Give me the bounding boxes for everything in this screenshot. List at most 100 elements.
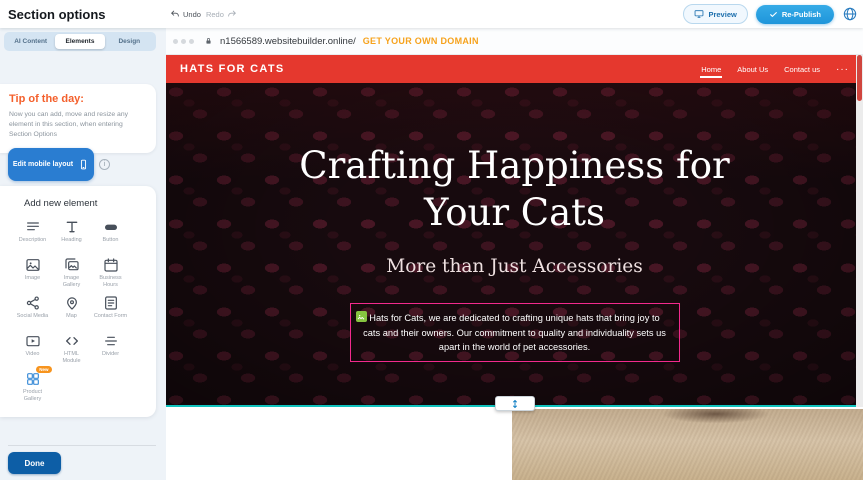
nav-home[interactable]: Home — [701, 65, 721, 74]
element-business-hours[interactable]: Business Hours — [91, 257, 130, 295]
preview-button[interactable]: Preview — [683, 4, 747, 24]
next-section-image — [512, 409, 863, 480]
window-dot — [181, 39, 186, 44]
tip-body: Now you can add, move and resize any ele… — [9, 110, 146, 141]
globe-icon — [842, 6, 858, 22]
hero-title-line2: Your Cats — [424, 191, 605, 234]
description-icon — [25, 219, 41, 235]
scrollbar-thumb[interactable] — [857, 55, 862, 101]
preview-canvas: n1566589.websitebuilder.online/ GET YOUR… — [166, 28, 863, 480]
map-icon — [64, 295, 80, 311]
republish-button[interactable]: Re-Publish — [756, 5, 834, 24]
tab-design[interactable]: Design — [105, 34, 154, 49]
topbar-actions: Preview Re-Publish — [683, 0, 858, 28]
element-grid: Description Heading Button Image Image G… — [13, 219, 156, 409]
browser-bar: n1566589.websitebuilder.online/ GET YOUR… — [166, 28, 863, 55]
element-button[interactable]: Button — [91, 219, 130, 257]
product-gallery-icon-wrap: New — [25, 371, 41, 387]
element-description[interactable]: Description — [13, 219, 52, 257]
element-label: Image Gallery — [55, 275, 89, 289]
history-controls: Undo Redo — [170, 0, 237, 28]
element-html-module[interactable]: HTML Module — [52, 333, 91, 371]
sidebar-tabs: AI Content Elements Design — [4, 32, 156, 51]
site-url: n1566589.websitebuilder.online/ — [220, 36, 356, 47]
check-icon — [769, 10, 778, 19]
tip-of-the-day-card: Tip of the day: Now you can add, move an… — [0, 84, 156, 153]
undo-icon — [170, 9, 180, 19]
lock-icon — [204, 36, 213, 46]
window-dot — [189, 39, 194, 44]
element-social-media[interactable]: Social Media — [13, 295, 52, 333]
image-icon — [25, 257, 41, 273]
element-label: Button — [103, 237, 119, 244]
info-button[interactable]: i — [99, 159, 110, 170]
resize-vertical-icon — [510, 399, 520, 409]
topbar: Section options Undo Redo Preview Re-Pub… — [0, 0, 863, 28]
section-resize-handle[interactable] — [495, 396, 535, 411]
element-label: Product Gallery — [16, 389, 50, 403]
tab-elements[interactable]: Elements — [55, 34, 104, 49]
hero-subtitle[interactable]: More than Just Accessories — [166, 256, 863, 277]
hero-title-line1: Crafting Happiness for — [299, 144, 729, 187]
element-label: Video — [26, 351, 40, 358]
element-label: Business Hours — [94, 275, 128, 289]
element-divider[interactable]: Divider — [91, 333, 130, 371]
page-title: Section options — [8, 7, 106, 22]
tab-ai-content[interactable]: AI Content — [6, 34, 55, 49]
republish-label: Re-Publish — [782, 10, 821, 19]
element-label: Divider — [102, 351, 119, 358]
hero-paragraph-selected[interactable]: Hats for Cats, we are dedicated to craft… — [350, 303, 680, 362]
element-label: Social Media — [17, 313, 49, 320]
site-nav: Home About Us Contact us ··· — [701, 64, 849, 75]
element-image-gallery[interactable]: Image Gallery — [52, 257, 91, 295]
nav-about-us[interactable]: About Us — [737, 65, 768, 74]
element-contact-form[interactable]: Contact Form — [91, 295, 130, 333]
done-button[interactable]: Done — [8, 452, 61, 474]
hero-content: Crafting Happiness for Your Cats More th… — [166, 83, 863, 362]
contact-form-icon — [103, 295, 119, 311]
window-dot — [173, 39, 178, 44]
image-placeholder-icon — [356, 311, 367, 322]
nav-more-button[interactable]: ··· — [836, 64, 849, 75]
redo-icon — [227, 9, 237, 19]
add-element-panel: Add new element Description Heading Butt… — [0, 186, 156, 417]
preview-label: Preview — [708, 10, 736, 19]
nav-contact-us[interactable]: Contact us — [784, 65, 820, 74]
element-heading[interactable]: Heading — [52, 219, 91, 257]
new-badge: New — [36, 366, 51, 373]
element-label: HTML Module — [55, 351, 89, 365]
tip-title: Tip of the day: — [9, 93, 146, 105]
redo-button[interactable]: Redo — [206, 9, 237, 19]
html-module-icon — [64, 333, 80, 349]
social-media-icon — [25, 295, 41, 311]
monitor-icon — [694, 9, 704, 19]
language-globe-button[interactable] — [842, 6, 858, 22]
heading-icon — [64, 219, 80, 235]
element-label: Description — [19, 237, 47, 244]
add-element-title: Add new element — [24, 198, 156, 209]
sidebar: AI Content Elements Design Tip of the da… — [0, 28, 166, 480]
button-icon — [103, 219, 119, 235]
undo-button[interactable]: Undo — [170, 9, 201, 19]
element-label: Contact Form — [94, 313, 127, 320]
element-label: Heading — [61, 237, 82, 244]
business-hours-icon — [103, 257, 119, 273]
element-product-gallery[interactable]: New Product Gallery — [13, 371, 52, 409]
product-gallery-icon — [25, 371, 41, 387]
element-map[interactable]: Map — [52, 295, 91, 333]
element-label: Map — [66, 313, 77, 320]
mobile-phone-icon — [78, 159, 89, 170]
hero-title[interactable]: Crafting Happiness for Your Cats — [166, 83, 863, 236]
preview-scrollbar — [856, 55, 863, 407]
edit-mobile-layout-button[interactable]: Edit mobile layout — [8, 148, 94, 181]
video-icon — [25, 333, 41, 349]
redo-label: Redo — [206, 10, 224, 19]
site-logo[interactable]: HATS FOR CATS — [180, 63, 285, 75]
element-image[interactable]: Image — [13, 257, 52, 295]
hero-paragraph-text: Hats for Cats, we are dedicated to craft… — [363, 313, 666, 352]
edit-mobile-label: Edit mobile layout — [13, 161, 73, 168]
hero-section: Crafting Happiness for Your Cats More th… — [166, 83, 863, 406]
get-domain-link[interactable]: GET YOUR OWN DOMAIN — [363, 36, 479, 46]
divider-icon — [103, 333, 119, 349]
sidebar-divider — [8, 445, 156, 446]
